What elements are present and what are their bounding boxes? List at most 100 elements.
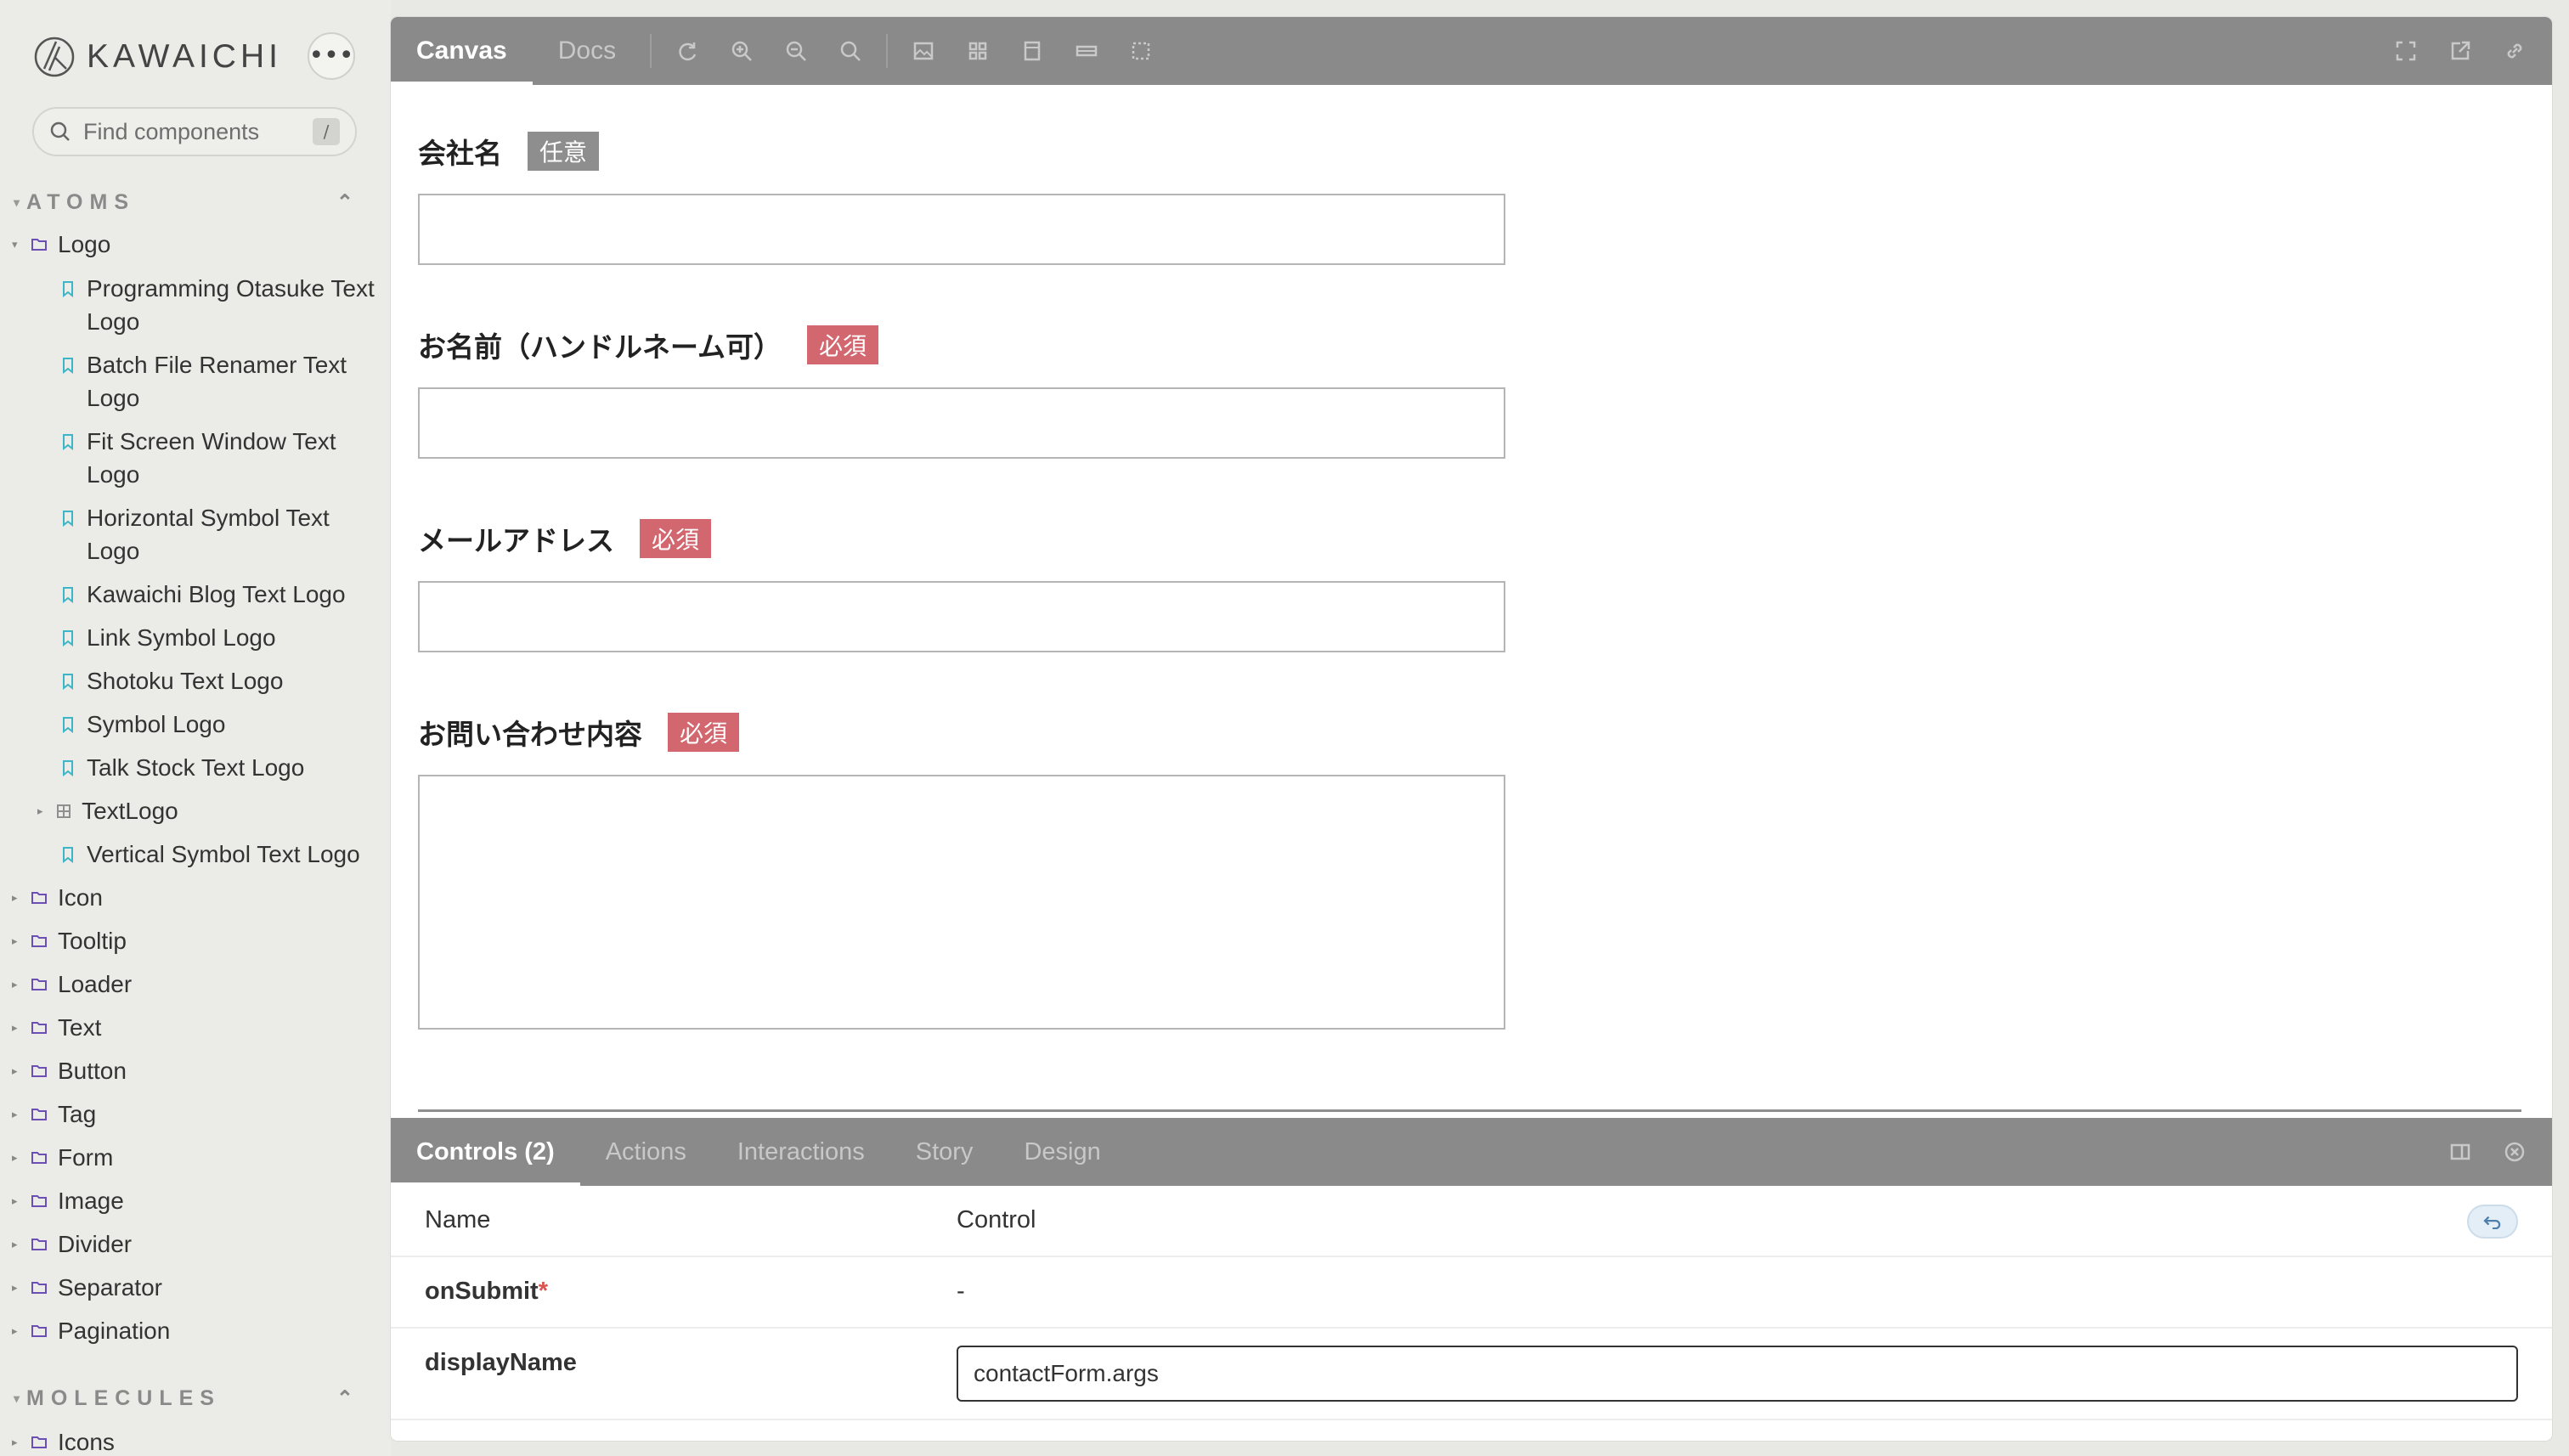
more-options-button[interactable]: •••	[308, 32, 355, 80]
folder-icon	[31, 1314, 58, 1348]
caret-right-icon: ▸	[12, 1238, 18, 1250]
displayname-input[interactable]	[957, 1346, 2518, 1402]
story-label: Kawaichi Blog Text Logo	[87, 581, 346, 607]
sidebar-story-item[interactable]: Kawaichi Blog Text Logo	[59, 578, 382, 612]
expand-collapse-icon[interactable]: ⌃	[336, 190, 353, 215]
brand[interactable]: KAWAICHI	[32, 32, 282, 82]
story-label: Batch File Renamer Text Logo	[87, 352, 347, 411]
group-label: Tooltip	[58, 928, 127, 954]
reset-controls-button[interactable]	[2467, 1205, 2518, 1239]
sidebar-group-item[interactable]: ▸ Loader	[12, 968, 132, 1002]
sidebar-group-icons[interactable]: ▸ Icons	[12, 1425, 115, 1456]
caret-right-icon: ▸	[12, 1151, 18, 1164]
story-label: Fit Screen Window Text Logo	[87, 428, 336, 488]
measure-icon[interactable]	[1059, 17, 1114, 85]
folder-icon	[31, 968, 58, 1002]
background-icon[interactable]	[896, 17, 951, 85]
sidebar-group-logo[interactable]: ▾ Logo	[12, 228, 110, 262]
field-label-text: お問い合わせ内容	[418, 718, 642, 751]
tab-controls[interactable]: Controls (2)	[391, 1118, 580, 1186]
sidebar-story-item[interactable]: Batch File Renamer Text Logo	[59, 348, 382, 415]
group-label: Text	[58, 1014, 102, 1041]
sidebar-story-item[interactable]: Horizontal Symbol Text Logo	[59, 501, 382, 567]
sidebar-group-item[interactable]: ▸ Image	[12, 1184, 124, 1218]
sidebar-group-item[interactable]: ▸ Divider	[12, 1227, 132, 1261]
sidebar-story-item[interactable]: Talk Stock Text Logo	[59, 751, 382, 785]
sidebar-story-item[interactable]: Fit Screen Window Text Logo	[59, 425, 382, 491]
sidebar-story-item[interactable]: Link Symbol Logo	[59, 621, 382, 655]
addons-panel: Controls (2) Actions Interactions Story …	[391, 1118, 2552, 1441]
zoom-in-icon[interactable]	[714, 17, 769, 85]
email-input[interactable]	[418, 581, 1505, 652]
caret-right-icon: ▸	[12, 1436, 18, 1448]
bookmark-icon	[59, 664, 87, 698]
sidebar-group-item[interactable]: ▸ Icon	[12, 881, 103, 915]
grid-icon[interactable]	[951, 17, 1005, 85]
group-label: Separator	[58, 1274, 162, 1301]
section-molecules[interactable]: ▾ MOLECULES ⌃	[14, 1381, 353, 1415]
panel-orientation-icon[interactable]	[2433, 1118, 2487, 1186]
close-panel-icon[interactable]	[2487, 1118, 2542, 1186]
collapse-caret-icon: ▾	[14, 1391, 20, 1405]
story-label: Programming Otasuke Text Logo	[87, 275, 375, 335]
open-new-tab-icon[interactable]	[2433, 17, 2487, 85]
control-value: -	[957, 1278, 965, 1305]
sidebar-story-item[interactable]: Shotoku Text Logo	[59, 664, 382, 698]
folder-icon	[31, 1054, 58, 1088]
tab-interactions[interactable]: Interactions	[712, 1118, 890, 1186]
control-row-onsubmit: onSubmit* -	[391, 1257, 2552, 1329]
caret-right-icon: ▸	[12, 934, 18, 947]
expand-collapse-icon[interactable]: ⌃	[336, 1386, 353, 1411]
name-input[interactable]	[418, 387, 1505, 459]
folder-icon	[31, 1227, 58, 1261]
copy-link-icon[interactable]	[2487, 17, 2542, 85]
sidebar-group-item[interactable]: ▸ Pagination	[12, 1314, 170, 1348]
zoom-reset-icon[interactable]	[823, 17, 878, 85]
viewport-icon[interactable]	[1005, 17, 1059, 85]
search-box[interactable]: /	[32, 107, 357, 156]
sidebar-story-item[interactable]: ▸ TextLogo	[37, 794, 360, 828]
bookmark-icon	[59, 272, 87, 306]
sidebar-group-item[interactable]: ▸ Button	[12, 1054, 127, 1088]
company-name-label: 会社名 任意	[418, 131, 600, 172]
sidebar-group-item[interactable]: ▸ Separator	[12, 1271, 162, 1305]
caret-right-icon: ▸	[37, 804, 43, 817]
ellipsis-icon: •••	[308, 41, 354, 71]
tab-canvas[interactable]: Canvas	[391, 17, 533, 85]
story-label: Link Symbol Logo	[87, 624, 276, 651]
sidebar-story-item[interactable]: Programming Otasuke Text Logo	[59, 272, 382, 338]
bookmark-icon	[59, 425, 87, 459]
control-column-header: Control	[957, 1206, 1036, 1233]
addons-tabbar: Controls (2) Actions Interactions Story …	[391, 1118, 2552, 1186]
outline-icon[interactable]	[1114, 17, 1168, 85]
bookmark-icon	[59, 838, 87, 872]
optional-badge: 任意	[528, 132, 600, 171]
inquiry-textarea[interactable]	[418, 775, 1505, 1030]
zoom-out-icon[interactable]	[769, 17, 823, 85]
sidebar-story-item[interactable]: Symbol Logo	[59, 708, 382, 742]
story-label: Talk Stock Text Logo	[87, 754, 305, 781]
tab-story[interactable]: Story	[890, 1118, 999, 1186]
sidebar-group-item[interactable]: ▸ Text	[12, 1011, 101, 1045]
section-atoms[interactable]: ▾ ATOMS ⌃	[14, 185, 353, 219]
sidebar-group-item[interactable]: ▸ Form	[12, 1141, 113, 1175]
caret-down-icon: ▾	[12, 238, 18, 251]
fullscreen-icon[interactable]	[2379, 17, 2433, 85]
sidebar-group-item[interactable]: ▸ Tooltip	[12, 924, 127, 958]
field-label-text: お名前（ハンドルネーム可）	[418, 330, 782, 364]
sidebar-group-item[interactable]: ▸ Tag	[12, 1098, 96, 1132]
tab-design[interactable]: Design	[998, 1118, 1126, 1186]
sync-icon[interactable]	[660, 17, 714, 85]
group-label: Icons	[58, 1429, 115, 1455]
folder-icon	[31, 1184, 58, 1218]
search-icon	[50, 121, 70, 141]
search-input[interactable]	[83, 118, 296, 145]
caret-right-icon: ▸	[12, 1281, 18, 1294]
folder-icon	[31, 881, 58, 915]
tab-docs[interactable]: Docs	[533, 17, 641, 85]
folder-icon	[31, 1271, 58, 1305]
company-name-input[interactable]	[418, 194, 1505, 265]
tab-actions[interactable]: Actions	[580, 1118, 712, 1186]
control-name: onSubmit*	[425, 1278, 548, 1305]
sidebar-story-item[interactable]: Vertical Symbol Text Logo	[59, 838, 382, 872]
